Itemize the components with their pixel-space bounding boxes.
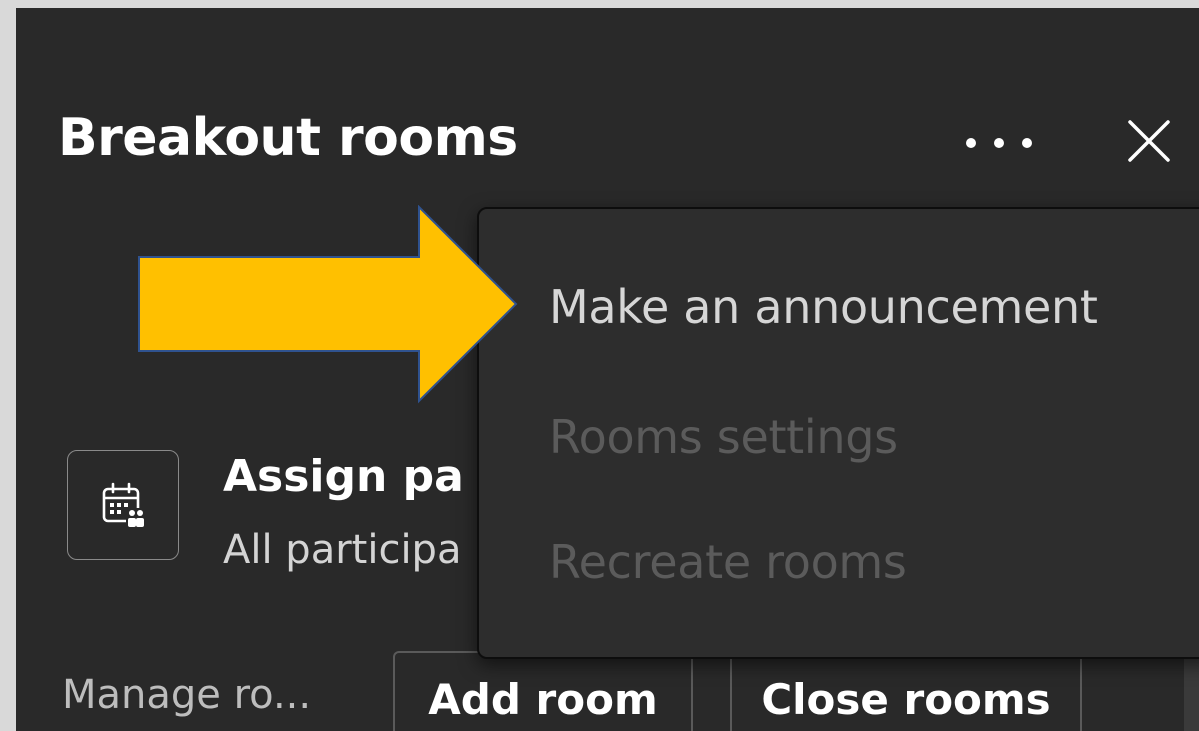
menu-item-make-announcement[interactable]: Make an announcement: [549, 282, 1098, 333]
assign-participants-subtitle: All participa: [223, 527, 462, 573]
more-options-button[interactable]: [951, 113, 1047, 173]
more-horizontal-icon: [966, 138, 1032, 148]
assign-participants-title: Assign pa: [223, 451, 464, 502]
scrollbar[interactable]: [1184, 658, 1199, 731]
menu-item-rooms-settings: Rooms settings: [549, 410, 898, 464]
manage-rooms-link[interactable]: Manage ro...: [62, 673, 311, 717]
close-panel-button[interactable]: [1114, 106, 1184, 176]
menu-item-recreate-rooms: Recreate rooms: [549, 535, 907, 589]
add-room-button[interactable]: Add room: [393, 651, 693, 731]
close-icon: [1128, 120, 1170, 162]
calendar-people-icon: [102, 482, 146, 528]
window-frame-left: [0, 0, 16, 731]
more-options-menu: Make an announcement Rooms settings Recr…: [477, 207, 1199, 659]
close-rooms-button[interactable]: Close rooms: [730, 651, 1082, 731]
panel-title: Breakout rooms: [58, 108, 518, 168]
assign-participants-icon-box[interactable]: [67, 450, 179, 560]
window-frame-top: [0, 0, 1199, 8]
arrow-right-icon: [138, 205, 518, 404]
